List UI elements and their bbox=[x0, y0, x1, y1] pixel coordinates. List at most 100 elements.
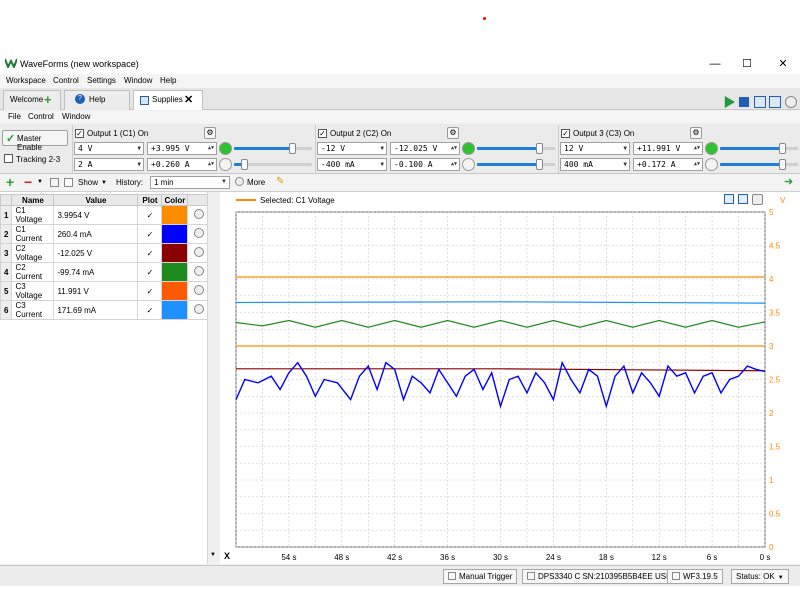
output1-voltage-set[interactable]: 4 V bbox=[74, 142, 144, 155]
output2-voltage-set[interactable]: -12 V bbox=[317, 142, 387, 155]
stop-icon[interactable] bbox=[739, 97, 749, 107]
row-color-swatch[interactable] bbox=[161, 224, 189, 244]
table-row[interactable]: 4 C2 Current -99.74 mA ✓ bbox=[0, 262, 211, 282]
row-name[interactable]: C3 Current bbox=[11, 300, 55, 320]
tracking-checkbox[interactable] bbox=[4, 154, 13, 163]
submenu-window[interactable]: Window bbox=[62, 112, 90, 121]
menu-help[interactable]: Help bbox=[160, 76, 176, 85]
version-button[interactable]: WF3.19.5 bbox=[667, 569, 723, 584]
output2-checkbox[interactable]: ✓ bbox=[318, 129, 327, 138]
layout-icon[interactable] bbox=[754, 96, 766, 108]
table-row[interactable]: 6 C3 Current 171.69 mA ✓ bbox=[0, 300, 211, 320]
output1-checkbox[interactable]: ✓ bbox=[75, 129, 84, 138]
device-button[interactable]: DPS3340 C SN:210395B5B4EE USB bbox=[522, 569, 677, 584]
row-plot-checkbox[interactable]: ✓ bbox=[137, 300, 163, 320]
menu-control[interactable]: Control bbox=[53, 76, 79, 85]
maximize-button[interactable]: ☐ bbox=[737, 56, 757, 72]
run-icon[interactable] bbox=[724, 96, 735, 108]
output3-checkbox[interactable]: ✓ bbox=[561, 129, 570, 138]
row-plot-checkbox[interactable]: ✓ bbox=[137, 281, 163, 301]
plot-header[interactable]: Plot bbox=[137, 194, 163, 206]
table-row[interactable]: 2 C1 Current 260.4 mA ✓ bbox=[0, 224, 211, 244]
output3-voltage-reading[interactable]: +11.991 V bbox=[633, 142, 703, 155]
output3-voltage-slider[interactable] bbox=[720, 142, 798, 154]
tab-help[interactable]: ? Help bbox=[64, 90, 130, 110]
output1-voltage-reading[interactable]: +3.995 V bbox=[147, 142, 217, 155]
show-dropdown-icon[interactable]: ▼ bbox=[101, 180, 107, 186]
close-tab-icon[interactable]: ✕ bbox=[184, 91, 193, 109]
minimize-button[interactable]: — bbox=[705, 56, 725, 72]
row-color-swatch[interactable] bbox=[161, 281, 189, 301]
tab-supplies[interactable]: Supplies ✕ bbox=[133, 90, 203, 110]
row-name[interactable]: C2 Voltage bbox=[11, 243, 55, 263]
row-color-swatch[interactable] bbox=[161, 300, 189, 320]
output2-settings-icon[interactable]: ⚙ bbox=[447, 127, 459, 139]
show-button[interactable]: Show bbox=[78, 178, 98, 187]
output1-current-set[interactable]: 2 A bbox=[74, 158, 144, 171]
output3-current-slider[interactable] bbox=[720, 158, 798, 170]
status-button[interactable]: Status: OK ▼ bbox=[731, 569, 789, 584]
close-button[interactable]: ✕ bbox=[773, 56, 793, 72]
plot-canvas[interactable]: 5 4.5 4 3.5 3 2.5 2 1.5 1 0.5 0 54 s 48 s 42 s 36 s 30 … bbox=[220, 192, 800, 564]
edit-icon[interactable] bbox=[50, 178, 59, 187]
layout2-icon[interactable] bbox=[769, 96, 781, 108]
manual-trigger-button[interactable]: Manual Trigger bbox=[443, 569, 518, 584]
row-name[interactable]: C1 Current bbox=[11, 224, 55, 244]
table-row[interactable]: 3 C2 Voltage -12.025 V ✓ bbox=[0, 243, 211, 263]
menu-window[interactable]: Window bbox=[124, 76, 152, 85]
output3-voltage-set[interactable]: 12 V bbox=[560, 142, 630, 155]
table-row[interactable]: 5 C3 Voltage 11.991 V ✓ bbox=[0, 281, 211, 301]
dropdown-icon[interactable]: ▼ bbox=[37, 179, 43, 185]
output3-current-set[interactable]: 400 mA bbox=[560, 158, 630, 171]
more-gear-icon[interactable] bbox=[235, 177, 244, 186]
output3-settings-icon[interactable]: ⚙ bbox=[690, 127, 702, 139]
more-button[interactable]: More bbox=[247, 178, 265, 187]
row-plot-checkbox[interactable]: ✓ bbox=[137, 205, 163, 225]
table-scrollbar[interactable]: ▼ bbox=[207, 192, 218, 564]
output1-current-slider[interactable] bbox=[234, 158, 312, 170]
row-plot-checkbox[interactable]: ✓ bbox=[137, 224, 163, 244]
output2-voltage-reading[interactable]: -12.025 V bbox=[390, 142, 460, 155]
output1-settings-icon[interactable]: ⚙ bbox=[204, 127, 216, 139]
x-axis-label[interactable]: X bbox=[224, 551, 230, 561]
output1-voltage-slider[interactable] bbox=[234, 142, 312, 154]
row-color-swatch[interactable] bbox=[161, 205, 189, 225]
row-color-swatch[interactable] bbox=[161, 262, 189, 282]
supplies-menu-bar: File Control Window bbox=[0, 111, 800, 123]
tab-welcome[interactable]: Welcome + bbox=[3, 90, 61, 110]
output2-voltage-slider[interactable] bbox=[477, 142, 555, 154]
clear-broom-icon[interactable]: ✎ bbox=[276, 176, 284, 187]
row-plot-checkbox[interactable]: ✓ bbox=[137, 243, 163, 263]
row-name[interactable]: C2 Current bbox=[11, 262, 55, 282]
plot-settings-icon[interactable] bbox=[752, 194, 763, 205]
row-name[interactable]: C3 Voltage bbox=[11, 281, 55, 301]
arrow-right-icon[interactable]: ➜ bbox=[784, 175, 793, 188]
zoom-icon[interactable] bbox=[724, 194, 734, 204]
color-header[interactable]: Color bbox=[161, 194, 189, 206]
settings-gear-icon[interactable] bbox=[785, 96, 797, 108]
row-index: 2 bbox=[0, 224, 13, 244]
output1-current-reading[interactable]: +0.260 A bbox=[147, 158, 217, 171]
remove-channel-icon[interactable]: − bbox=[24, 174, 32, 190]
submenu-file[interactable]: File bbox=[8, 112, 21, 121]
table-row[interactable]: 1 C1 Voltage 3.9954 V ✓ bbox=[0, 205, 211, 225]
menu-workspace[interactable]: Workspace bbox=[6, 76, 46, 85]
add-icon[interactable]: + bbox=[44, 91, 52, 109]
y-tick-label: 3.5 bbox=[769, 309, 781, 318]
history-select[interactable]: 1 min bbox=[150, 176, 230, 189]
submenu-control[interactable]: Control bbox=[28, 112, 54, 121]
name-header[interactable]: Name bbox=[11, 194, 55, 206]
add-channel-icon[interactable]: + bbox=[6, 174, 14, 190]
scroll-down-icon[interactable]: ▼ bbox=[210, 552, 216, 558]
menu-settings[interactable]: Settings bbox=[87, 76, 116, 85]
output2-current-set[interactable]: -400 mA bbox=[317, 158, 387, 171]
output2-current-reading[interactable]: -0.100 A bbox=[390, 158, 460, 171]
value-header[interactable]: Value bbox=[53, 194, 139, 206]
row-color-swatch[interactable] bbox=[161, 243, 189, 263]
row-name[interactable]: C1 Voltage bbox=[11, 205, 55, 225]
row-plot-checkbox[interactable]: ✓ bbox=[137, 262, 163, 282]
output2-current-slider[interactable] bbox=[477, 158, 555, 170]
master-enable-button[interactable]: ✓ Master Enable bbox=[2, 130, 68, 152]
output3-current-reading[interactable]: +0.172 A bbox=[633, 158, 703, 171]
zoom2-icon[interactable] bbox=[738, 194, 748, 204]
